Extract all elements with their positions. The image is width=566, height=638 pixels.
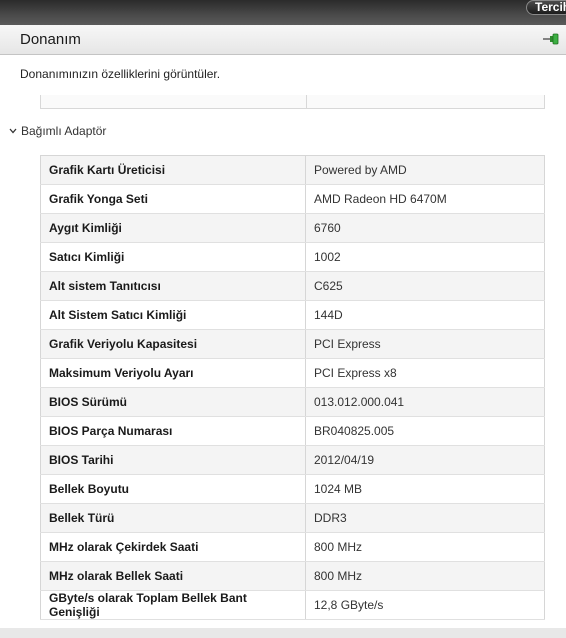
property-value: PCI Express bbox=[305, 329, 545, 359]
property-name: MHz olarak Bellek Saati bbox=[40, 561, 306, 591]
property-value: 800 MHz bbox=[305, 561, 545, 591]
property-name: Aygıt Kimliği bbox=[40, 213, 306, 243]
property-name: BIOS Tarihi bbox=[40, 445, 306, 475]
page-title: Donanım bbox=[20, 31, 81, 48]
page-description: Donanımınızın özelliklerini görüntüler. bbox=[20, 67, 221, 81]
table-row: Maksimum Veriyolu Ayarı PCI Express x8 bbox=[40, 358, 545, 388]
property-value: PCI Express x8 bbox=[305, 358, 545, 388]
table-row: Grafik Veriyolu Kapasitesi PCI Express bbox=[40, 329, 545, 359]
preferences-button[interactable]: Tercihler bbox=[526, 0, 566, 15]
table-row: Aygıt Kimliği 6760 bbox=[40, 213, 545, 243]
property-value: 1024 MB bbox=[305, 474, 545, 504]
property-value: 144D bbox=[305, 300, 545, 330]
property-value: AMD Radeon HD 6470M bbox=[305, 184, 545, 214]
table-row: Grafik Yonga Seti AMD Radeon HD 6470M bbox=[40, 184, 545, 214]
property-value: 6760 bbox=[305, 213, 545, 243]
adapter-properties-table: Grafik Kartı Üreticisi Powered by AMD Graf… bbox=[40, 155, 545, 620]
table-row: BIOS Sürümü 013.012.000.041 bbox=[40, 387, 545, 417]
property-name: BIOS Sürümü bbox=[40, 387, 306, 417]
table-row: Satıcı Kimliği 1002 bbox=[40, 242, 545, 272]
property-name: Grafik Veriyolu Kapasitesi bbox=[40, 329, 306, 359]
property-value: Powered by AMD bbox=[305, 155, 545, 185]
table-row: Alt Sistem Satıcı Kimliği 144D bbox=[40, 300, 545, 330]
table-row: BIOS Parça Numarası BR040825.005 bbox=[40, 416, 545, 446]
property-value: 2012/04/19 bbox=[305, 445, 545, 475]
property-name: BIOS Parça Numarası bbox=[40, 416, 306, 446]
property-value: 800 MHz bbox=[305, 532, 545, 562]
property-value: 1002 bbox=[305, 242, 545, 272]
property-name: Grafik Yonga Seti bbox=[40, 184, 306, 214]
table-row: MHz olarak Bellek Saati 800 MHz bbox=[40, 561, 545, 591]
property-value: 12,8 GByte/s bbox=[305, 590, 545, 620]
property-value: BR040825.005 bbox=[305, 416, 545, 446]
property-value: C625 bbox=[305, 271, 545, 301]
property-name: Alt sistem Tanıtıcısı bbox=[40, 271, 306, 301]
property-name: Maksimum Veriyolu Ayarı bbox=[40, 358, 306, 388]
previous-table-tail bbox=[40, 95, 545, 109]
property-name: MHz olarak Çekirdek Saati bbox=[40, 532, 306, 562]
table-row: Bellek Türü DDR3 bbox=[40, 503, 545, 533]
pin-icon[interactable] bbox=[542, 32, 560, 46]
table-row: GByte/s olarak Toplam Bellek Bant Genişl… bbox=[40, 590, 545, 620]
footer-bar bbox=[0, 628, 566, 638]
section-title: Bağımlı Adaptör bbox=[21, 124, 107, 138]
property-name: Bellek Türü bbox=[40, 503, 306, 533]
property-name: Grafik Kartı Üreticisi bbox=[40, 155, 306, 185]
property-name: Alt Sistem Satıcı Kimliği bbox=[40, 300, 306, 330]
table-row: Bellek Boyutu 1024 MB bbox=[40, 474, 545, 504]
property-name: Bellek Boyutu bbox=[40, 474, 306, 504]
table-row: Grafik Kartı Üreticisi Powered by AMD bbox=[40, 155, 545, 185]
property-value: DDR3 bbox=[305, 503, 545, 533]
top-bar: Tercihler bbox=[0, 0, 566, 25]
table-row: BIOS Tarihi 2012/04/19 bbox=[40, 445, 545, 475]
panel-header: Donanım bbox=[0, 25, 566, 55]
table-row: Alt sistem Tanıtıcısı C625 bbox=[40, 271, 545, 301]
property-name: GByte/s olarak Toplam Bellek Bant Genişl… bbox=[40, 590, 306, 620]
property-value: 013.012.000.041 bbox=[305, 387, 545, 417]
section-toggle[interactable]: Bağımlı Adaptör bbox=[8, 124, 106, 138]
chevron-down-icon bbox=[9, 128, 17, 134]
property-name: Satıcı Kimliği bbox=[40, 242, 306, 272]
table-row: MHz olarak Çekirdek Saati 800 MHz bbox=[40, 532, 545, 562]
